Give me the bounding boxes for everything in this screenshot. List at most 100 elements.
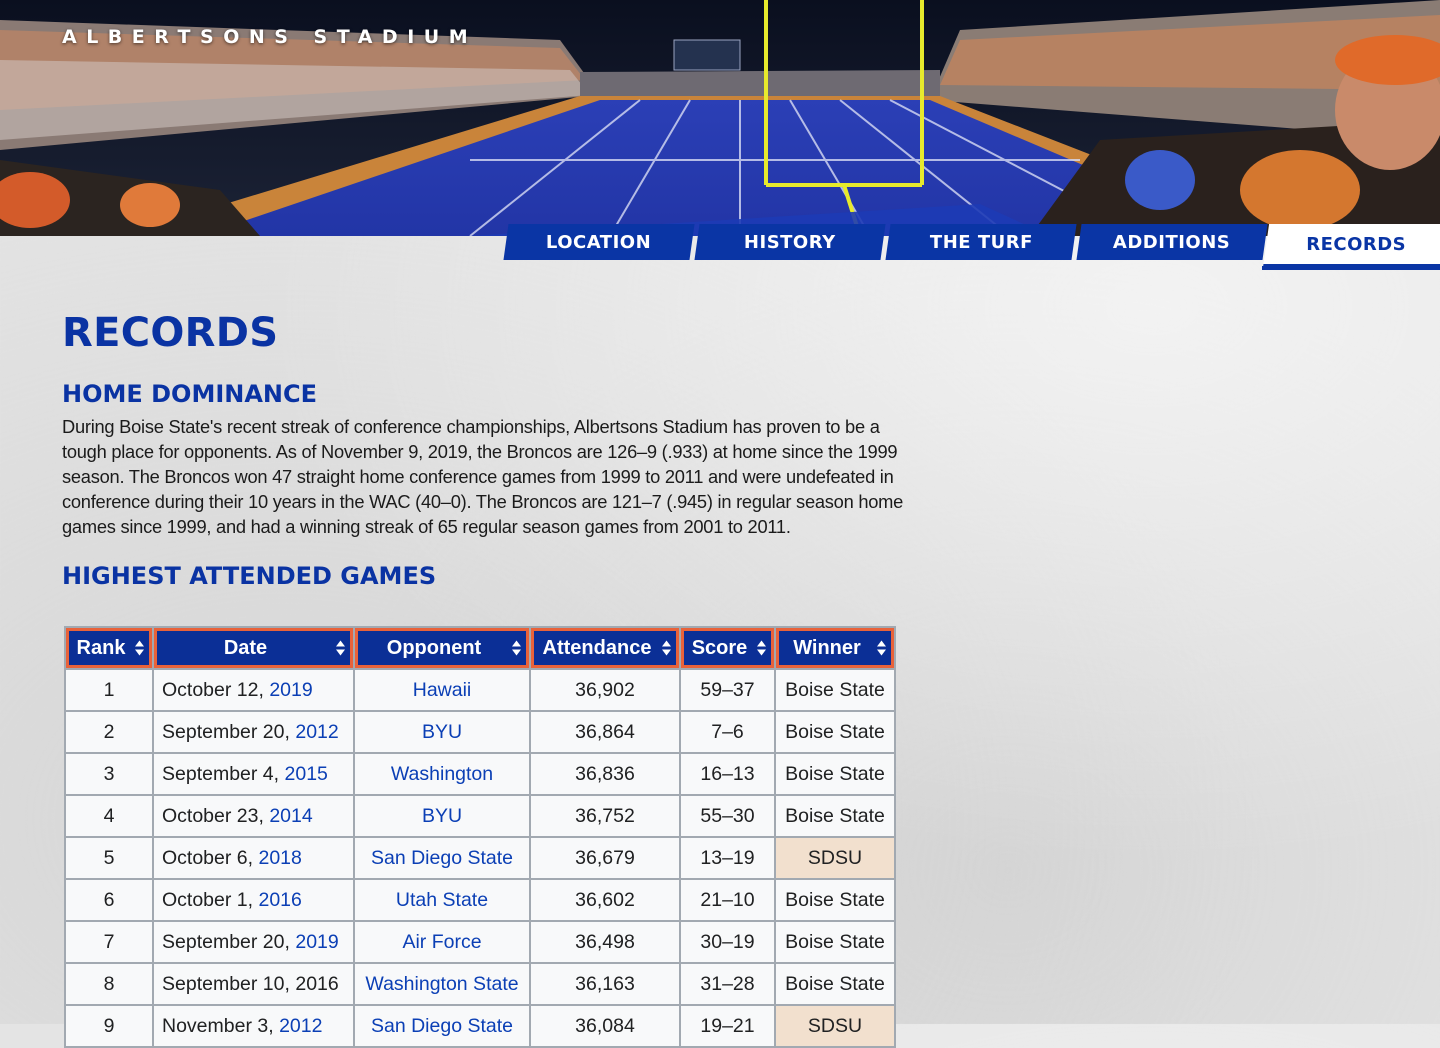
rank-value: 7	[103, 930, 115, 953]
score-cell: 19–21	[679, 1004, 776, 1048]
season-year-link[interactable]: 2014	[269, 805, 312, 827]
column-header-attendance[interactable]: Attendance	[529, 626, 681, 670]
score-cell: 21–10	[679, 878, 776, 922]
home-dominance-paragraph: During Boise State's recent streak of co…	[62, 416, 904, 537]
main-content: RECORDS HOME DOMINANCE During Boise Stat…	[62, 310, 910, 590]
column-header-rank[interactable]: Rank	[64, 626, 154, 670]
opponent-link[interactable]: BYU	[422, 721, 462, 743]
opponent-cell: Washington	[353, 752, 531, 796]
sort-arrows-icon[interactable]	[336, 640, 345, 656]
tab-location[interactable]: LOCATION	[503, 224, 695, 260]
score-cell: 30–19	[679, 920, 776, 964]
table-row: 7 September 20, 2019 Air Force 36,498 30–19 B…	[64, 920, 896, 964]
season-year-link[interactable]: 2015	[285, 763, 328, 785]
season-year-link[interactable]: 2012	[279, 1015, 322, 1037]
opponent-cell: San Diego State	[353, 836, 531, 880]
winner-value: Boise State	[785, 720, 885, 743]
attendance-table-wrapper: Rank Date Opponent Attendance Score Winn…	[64, 626, 910, 1048]
date-text: October 6,	[162, 846, 254, 869]
column-header-label: Rank	[76, 636, 126, 659]
rank-cell: 5	[64, 836, 154, 880]
rank-cell: 1	[64, 668, 154, 712]
opponent-cell: Utah State	[353, 878, 531, 922]
table-row: 1 October 12, 2019 Hawaii 36,902 59–37 Boise …	[64, 668, 896, 712]
tab-history[interactable]: HISTORY	[694, 224, 886, 260]
column-header-label: Score	[691, 636, 748, 659]
column-header-winner[interactable]: Winner	[774, 626, 896, 670]
winner-cell: Boise State	[774, 668, 896, 712]
date-cell: October 6, 2018	[152, 836, 355, 880]
rank-value: 3	[103, 762, 115, 785]
section-heading-highest-attended: HIGHEST ATTENDED GAMES	[62, 562, 437, 590]
opponent-link[interactable]: Hawaii	[413, 679, 472, 701]
attendance-value: 36,498	[575, 930, 635, 953]
score-cell: 59–37	[679, 668, 776, 712]
opponent-link[interactable]: San Diego State	[371, 1015, 513, 1037]
sort-arrows-icon[interactable]	[757, 640, 766, 656]
date-cell: September 4, 2015	[152, 752, 355, 796]
opponent-cell: Hawaii	[353, 668, 531, 712]
sort-arrows-icon[interactable]	[135, 640, 144, 656]
column-header-label: Winner	[793, 636, 861, 659]
tab-records[interactable]: RECORDS	[1262, 224, 1440, 268]
score-value: 31–28	[700, 972, 755, 995]
score-cell: 13–19	[679, 836, 776, 880]
attendance-value: 36,163	[575, 972, 635, 995]
opponent-link[interactable]: San Diego State	[371, 847, 513, 869]
season-year-link[interactable]: 2018	[258, 847, 301, 869]
table-row: 5 October 6, 2018 San Diego State 36,679 13–…	[64, 836, 896, 880]
score-value: 21–10	[700, 888, 755, 911]
active-tab-underline	[1262, 266, 1440, 270]
tab-additions[interactable]: ADDITIONS	[1076, 224, 1268, 260]
season-year-link[interactable]: 2019	[269, 679, 312, 701]
season-year-link[interactable]: 2012	[295, 721, 338, 743]
opponent-cell: Air Force	[353, 920, 531, 964]
opponent-link[interactable]: BYU	[422, 805, 462, 827]
tab-label: ADDITIONS	[1113, 231, 1231, 253]
sort-arrows-icon[interactable]	[512, 640, 521, 656]
attendance-cell: 36,864	[529, 710, 681, 754]
rank-value: 6	[103, 888, 115, 911]
section-nav: LOCATION HISTORY THE TURF ADDITIONS RECO…	[0, 224, 1440, 270]
table-header-row: Rank Date Opponent Attendance Score Winn…	[64, 626, 896, 670]
winner-cell: SDSU	[774, 1004, 896, 1048]
rank-cell: 6	[64, 878, 154, 922]
rank-value: 9	[103, 1014, 115, 1037]
column-header-label: Opponent	[386, 636, 482, 659]
rank-cell: 4	[64, 794, 154, 838]
attendance-value: 36,084	[575, 1014, 635, 1037]
winner-value: Boise State	[785, 972, 885, 995]
column-header-date[interactable]: Date	[152, 626, 355, 670]
score-value: 16–13	[700, 762, 755, 785]
score-value: 7–6	[711, 720, 744, 743]
score-value: 55–30	[700, 804, 755, 827]
attendance-table: Rank Date Opponent Attendance Score Winn…	[64, 626, 896, 1048]
column-header-score[interactable]: Score	[679, 626, 776, 670]
season-year-link[interactable]: 2016	[258, 889, 301, 911]
sort-arrows-icon[interactable]	[877, 640, 886, 656]
date-cell: October 23, 2014	[152, 794, 355, 838]
date-text: September 20,	[162, 720, 290, 743]
opponent-link[interactable]: Air Force	[402, 931, 481, 953]
season-year-link[interactable]: 2019	[295, 931, 338, 953]
attendance-value: 36,864	[575, 720, 635, 743]
attendance-cell: 36,602	[529, 878, 681, 922]
site-title: ALBERTSONS STADIUM	[62, 26, 478, 48]
date-cell: November 3, 2012	[152, 1004, 355, 1048]
rank-cell: 8	[64, 962, 154, 1006]
date-text: September 20,	[162, 930, 290, 953]
opponent-link[interactable]: Washington	[391, 763, 493, 785]
opponent-link[interactable]: Utah State	[396, 889, 488, 911]
winner-value: Boise State	[785, 804, 885, 827]
opponent-link[interactable]: Washington State	[365, 973, 518, 995]
attendance-value: 36,902	[575, 678, 635, 701]
rank-value: 4	[103, 804, 115, 827]
attendance-value: 36,836	[575, 762, 635, 785]
column-header-opponent[interactable]: Opponent	[353, 626, 531, 670]
date-text: November 3,	[162, 1014, 274, 1037]
winner-value: SDSU	[807, 1014, 863, 1037]
date-cell: September 20, 2019	[152, 920, 355, 964]
sort-arrows-icon[interactable]	[662, 640, 671, 656]
tab-the-turf[interactable]: THE TURF	[885, 224, 1077, 260]
table-row: 3 September 4, 2015 Washington 36,836 16–13 B…	[64, 752, 896, 796]
